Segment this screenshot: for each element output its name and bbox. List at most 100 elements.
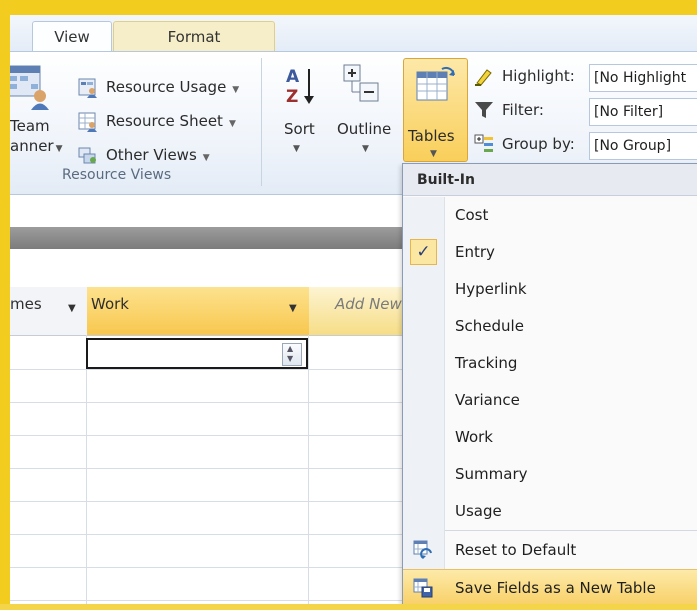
menu-item-reset-label: Reset to Default	[455, 541, 577, 559]
menu-item-work-label: Work	[455, 428, 493, 446]
menu-item-summary-label: Summary	[455, 465, 528, 483]
chevron-down-icon: ▼	[362, 144, 369, 154]
filter-select[interactable]: [No Filter]	[589, 98, 697, 126]
resource-sheet-button[interactable]: Resource Sheet ▼	[76, 110, 252, 136]
save-table-icon	[413, 578, 433, 598]
team-planner-button[interactable]: Team anner ▼	[10, 52, 72, 172]
sort-az-icon: A Z	[286, 67, 314, 107]
menu-item-work[interactable]: Work	[403, 419, 697, 456]
resource-usage-text: Resource Usage	[106, 78, 227, 96]
menu-item-save-label: Save Fields as a New Table	[455, 579, 656, 597]
svg-text:Z: Z	[286, 87, 298, 107]
column-header-names[interactable]: mes ▼	[10, 287, 88, 336]
window-accent-left	[0, 0, 10, 610]
group-by-icon	[474, 134, 493, 152]
resource-sheet-icon	[78, 112, 97, 132]
window-accent-top	[0, 0, 697, 15]
menu-item-cost-label: Cost	[455, 206, 489, 224]
tables-button[interactable]: Tables ▼	[403, 58, 468, 162]
menu-item-usage[interactable]: Usage	[403, 493, 697, 530]
team-planner-icon	[10, 65, 49, 110]
resource-usage-button[interactable]: Resource Usage ▼	[76, 76, 252, 102]
chevron-down-icon: ▼	[55, 144, 63, 154]
outline-button[interactable]: Outline ▼	[335, 60, 399, 170]
grid-row-line	[10, 402, 405, 403]
chevron-down-icon: ▼	[202, 153, 210, 163]
filter-label: Filter:	[502, 101, 544, 119]
highlight-select[interactable]: [No Highlight	[589, 64, 697, 92]
column-header-add-new-label: Add New	[335, 295, 402, 313]
menu-item-variance[interactable]: Variance	[403, 382, 697, 419]
team-planner-label-2: anner ▼	[10, 137, 63, 155]
reset-table-icon	[413, 540, 432, 559]
grid-column-divider	[86, 335, 87, 604]
highlight-label: Highlight:	[502, 67, 575, 85]
group-by-select[interactable]: [No Group]	[589, 132, 697, 160]
grid-column-divider	[308, 335, 309, 604]
filter-icon	[475, 102, 493, 118]
chevron-down-icon: ▼	[430, 149, 437, 159]
svg-text:A: A	[286, 67, 300, 87]
resource-sheet-text: Resource Sheet	[106, 112, 223, 130]
menu-item-save-fields-as-new-table[interactable]: Save Fields as a New Table	[403, 569, 697, 604]
column-header-names-label: mes	[10, 295, 42, 313]
grid-row-line	[10, 501, 405, 502]
resource-views-group-label: Resource Views	[62, 167, 172, 183]
team-planner-label-2-text: anner	[10, 137, 54, 155]
resource-sheet-label: Resource Sheet ▼	[106, 112, 236, 130]
other-views-text: Other Views	[106, 146, 197, 164]
chevron-down-icon: ▼	[232, 85, 240, 95]
ribbon-tab-strip: View Format	[10, 15, 697, 53]
menu-separator	[445, 530, 697, 531]
sort-label: Sort	[284, 120, 315, 138]
work-spinner[interactable]: ▲ ▼	[282, 343, 302, 366]
outline-label: Outline	[337, 120, 392, 138]
menu-item-schedule-label: Schedule	[455, 317, 524, 335]
sort-button[interactable]: A Z Sort ▼	[278, 60, 322, 170]
other-views-label: Other Views ▼	[106, 146, 210, 164]
other-views-icon	[78, 147, 96, 164]
window-accent-bottom	[0, 604, 697, 610]
menu-item-tracking[interactable]: Tracking	[403, 345, 697, 382]
menu-item-entry-label: Entry	[455, 243, 495, 261]
tab-view[interactable]: View	[32, 21, 112, 53]
column-header-work[interactable]: Work ▼	[87, 287, 310, 336]
chevron-down-icon: ▼	[228, 119, 236, 129]
menu-item-schedule[interactable]: Schedule	[403, 308, 697, 345]
menu-section-built-in: Built-In	[403, 164, 697, 196]
chevron-down-icon: ▼	[293, 144, 300, 154]
highlight-icon	[475, 69, 492, 86]
column-header-add-new[interactable]: Add New	[309, 287, 410, 336]
menu-item-usage-label: Usage	[455, 502, 502, 520]
tab-format[interactable]: Format	[113, 21, 275, 52]
grid-row-line	[10, 600, 405, 601]
grid-row-line	[10, 435, 405, 436]
resource-usage-label: Resource Usage ▼	[106, 78, 239, 96]
menu-item-reset-to-default[interactable]: Reset to Default	[403, 532, 697, 569]
outline-icon	[343, 64, 379, 102]
tables-icon	[416, 66, 455, 101]
resource-usage-icon	[78, 78, 97, 98]
menu-item-cost[interactable]: Cost	[403, 197, 697, 234]
column-header-work-label: Work	[91, 295, 129, 313]
tables-dropdown-menu: Built-In Cost ✓ Entry Hyperlink Schedule…	[402, 163, 697, 604]
project-window: View Format Team anner ▼ Resource Usage ▼	[10, 15, 697, 604]
menu-item-entry[interactable]: ✓ Entry	[403, 234, 697, 271]
grid-row-line	[10, 534, 405, 535]
team-planner-label-1: Team	[10, 117, 50, 135]
group-separator	[261, 58, 262, 186]
tables-label: Tables	[408, 127, 455, 145]
work-cell-editor[interactable]: ▲ ▼	[86, 338, 308, 369]
menu-item-tracking-label: Tracking	[455, 354, 518, 372]
check-icon: ✓	[410, 239, 437, 265]
spin-down-icon[interactable]: ▼	[287, 354, 293, 363]
grid-row-line	[10, 468, 405, 469]
spin-up-icon[interactable]: ▲	[287, 344, 293, 353]
menu-item-summary[interactable]: Summary	[403, 456, 697, 493]
filter-dropdown-icon[interactable]: ▼	[68, 303, 76, 314]
filter-dropdown-icon[interactable]: ▼	[289, 303, 297, 314]
grid-row-line	[10, 369, 405, 370]
menu-item-hyperlink-label: Hyperlink	[455, 280, 527, 298]
menu-item-hyperlink[interactable]: Hyperlink	[403, 271, 697, 308]
menu-item-variance-label: Variance	[455, 391, 520, 409]
